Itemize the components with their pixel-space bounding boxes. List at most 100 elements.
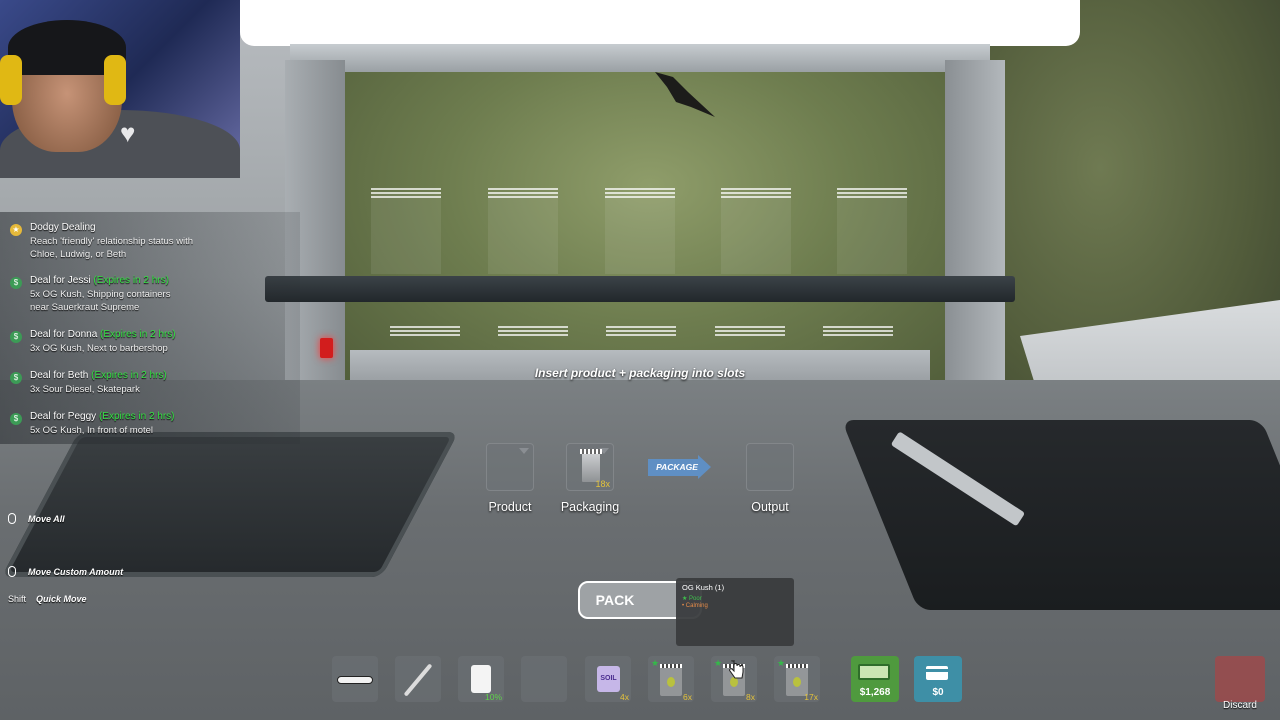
- skateboard-icon: [337, 676, 373, 684]
- tooltip-title: OG Kush (1): [682, 583, 725, 592]
- hotbar-slot-empty[interactable]: [521, 656, 567, 702]
- shelf-slot: [488, 194, 558, 274]
- quest-item: $ Deal for Peggy (Expires in 2 hrs) 5x O…: [10, 410, 175, 437]
- quest-title: Deal for Jessi (Expires in 2 hrs): [30, 275, 169, 286]
- ceiling-light: [240, 0, 1080, 46]
- discard-label: Discard: [1223, 700, 1257, 711]
- output-label: Output: [751, 500, 789, 514]
- hint-label: Move All: [28, 513, 65, 524]
- cash-slot[interactable]: $1,268: [851, 656, 899, 702]
- shelf-slot-glow: [488, 188, 558, 200]
- lower-slot-glow: [498, 326, 568, 338]
- packaging-slot[interactable]: 18x: [566, 443, 614, 491]
- quest-description: 3x Sour Diesel, Skatepark: [30, 384, 140, 395]
- quality-star-icon: ★: [714, 658, 723, 668]
- tooltip-effect: • Calming: [682, 603, 708, 609]
- lower-slot-glow: [606, 326, 676, 338]
- cash-icon: [858, 664, 890, 680]
- hotbar-slot-soil[interactable]: SOIL 4x: [585, 656, 631, 702]
- deal-icon: $: [10, 331, 22, 343]
- lower-slot-glow: [390, 326, 460, 338]
- hotbar-slot-jug[interactable]: 10%: [458, 656, 504, 702]
- quest-expiry: (Expires in 2 hrs): [98, 411, 175, 422]
- headphone-right: [104, 55, 126, 105]
- soil-bag-icon: SOIL: [597, 666, 620, 692]
- quest-expiry: (Expires in 2 hrs): [93, 275, 169, 286]
- slot-count: 17x: [804, 692, 818, 702]
- webcam-overlay: ♥: [0, 0, 240, 178]
- shelf-slot: [837, 194, 907, 274]
- slot-count: 6x: [683, 692, 692, 702]
- quest-expiry: (Expires in 2 hrs): [100, 329, 176, 340]
- card-slot[interactable]: $0: [914, 656, 962, 702]
- slot-corner-indicator: [519, 448, 529, 454]
- red-indicator-light: [320, 338, 333, 358]
- discard-slot[interactable]: [1215, 656, 1265, 702]
- deal-icon: $: [10, 277, 22, 289]
- quality-star-icon: ★: [777, 658, 786, 668]
- hint-label: Move Custom Amount: [28, 566, 124, 577]
- watering-jug-icon: [471, 665, 491, 693]
- station-pillar-right: [945, 60, 1005, 400]
- packaging-label: Packaging: [560, 500, 620, 514]
- mouse-icon: [8, 566, 16, 577]
- lower-slot-glow: [715, 326, 785, 338]
- baggie-icon: [580, 449, 602, 482]
- shelf-slot-glow: [371, 188, 441, 200]
- hotbar-slot-baggie[interactable]: ★ 6x: [648, 656, 694, 702]
- package-arrow: PACKAGE: [648, 455, 712, 480]
- packaging-instruction: Insert product + packaging into slots: [534, 366, 746, 380]
- packaging-count: 18x: [595, 479, 610, 489]
- quest-title: Dodgy Dealing: [30, 222, 96, 233]
- quest-expiry: (Expires in 2 hrs): [91, 370, 167, 381]
- station-shelf: [265, 276, 1015, 302]
- shelf-slot-glow: [605, 188, 675, 200]
- hint-label: Quick Move: [36, 594, 87, 604]
- product-slot[interactable]: [486, 443, 534, 491]
- quest-description: 5x OG Kush, In front of motel: [30, 425, 154, 436]
- quest-item: $ Deal for Jessi (Expires in 2 hrs) 5x O…: [10, 274, 190, 314]
- quest-item: $ Deal for Beth (Expires in 2 hrs) 3x So…: [10, 369, 167, 396]
- hotbar-slot-skateboard[interactable]: [332, 656, 378, 702]
- slot-count: 8x: [746, 692, 755, 702]
- item-tooltip: OG Kush (1) ★ Poor • Calming: [676, 578, 794, 646]
- baseball-bat-icon: [403, 663, 433, 697]
- station-frame: [290, 44, 990, 72]
- weed-baggie-icon: [660, 664, 682, 696]
- quest-description: Reach 'friendly' relationship status wit…: [30, 236, 194, 260]
- shelf-slot-glow: [721, 188, 791, 200]
- quest-title: Deal for Peggy (Expires in 2 hrs): [30, 411, 175, 422]
- product-label: Product: [488, 500, 532, 514]
- package-arrow-label: PACKAGE: [656, 462, 698, 472]
- shirt-logo-icon: ♥: [120, 118, 136, 148]
- deal-icon: $: [10, 413, 22, 425]
- output-slot[interactable]: [746, 443, 794, 491]
- hint-quick-move: Shift Quick Move: [8, 594, 87, 604]
- quality-star-icon: ★: [651, 658, 660, 668]
- hotbar-slot-baggie[interactable]: ★ 17x: [774, 656, 820, 702]
- hint-move-all: Move All: [8, 513, 65, 524]
- shelf-slot: [605, 194, 675, 274]
- shelf-slot: [371, 194, 441, 274]
- cash-amount: $1,268: [859, 687, 891, 698]
- quest-description: 3x OG Kush, Next to barbershop: [30, 343, 168, 354]
- quest-title: Deal for Donna (Expires in 2 hrs): [30, 329, 176, 340]
- card-balance: $0: [932, 687, 944, 698]
- lower-slot-glow: [823, 326, 893, 338]
- hotbar-slot-bat[interactable]: [395, 656, 441, 702]
- slot-count: 4x: [620, 692, 629, 702]
- left-tray: [1, 432, 459, 577]
- star-icon: ★: [10, 224, 22, 236]
- deal-icon: $: [10, 372, 22, 384]
- credit-card-icon: [926, 666, 948, 680]
- hand-cursor-icon: [729, 660, 744, 679]
- shelf-slot-glow: [837, 188, 907, 200]
- shift-key-label: Shift: [8, 594, 27, 604]
- mouse-icon: [8, 513, 16, 524]
- quest-item: ★ Dodgy Dealing Reach 'friendly' relatio…: [10, 221, 205, 261]
- shelf-slot: [721, 194, 791, 274]
- slot-fill-level: 10%: [484, 692, 502, 702]
- hint-move-custom: Move Custom Amount: [8, 566, 123, 577]
- quest-title: Deal for Beth (Expires in 2 hrs): [30, 370, 167, 381]
- quest-item: $ Deal for Donna (Expires in 2 hrs) 3x O…: [10, 328, 176, 355]
